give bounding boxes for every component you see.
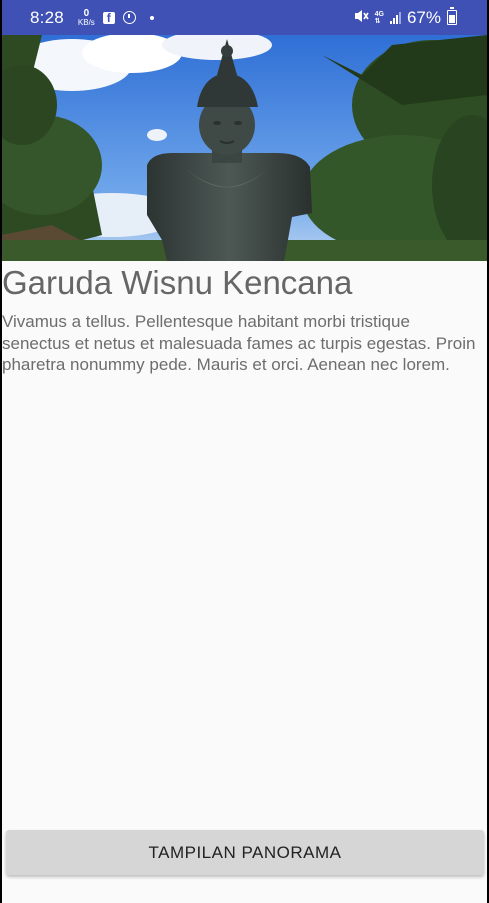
status-right: 4G ⇅ 67% — [353, 7, 487, 28]
signal-icon — [389, 11, 401, 24]
network-4g-icon: 4G ⇅ — [374, 10, 384, 25]
kbs-unit: KB/s — [77, 17, 95, 27]
battery-icon — [447, 7, 457, 25]
place-description: Vivamus a tellus. Pellentesque habitant … — [2, 312, 476, 374]
mute-icon — [353, 9, 369, 26]
status-time: 8:28 — [30, 7, 64, 27]
place-title: Garuda Wisnu Kencana — [2, 264, 353, 301]
statue-photo — [2, 35, 487, 261]
app-screen: 8:28 0 KB/s f 4G ⇅ 67% Garuda Wisnu Kenc… — [2, 0, 487, 903]
status-bar: 8:28 0 KB/s f 4G ⇅ 67% — [2, 0, 487, 35]
network-type: 4G — [374, 10, 384, 18]
kbs-icon: 0 KB/s — [77, 7, 95, 27]
facebook-icon: f — [102, 11, 115, 24]
kbs-value: 0 — [83, 7, 90, 19]
status-left: 8:28 0 KB/s f — [2, 8, 154, 28]
battery-percent: 67% — [406, 7, 441, 27]
alarm-icon — [122, 11, 136, 24]
panorama-button[interactable]: TAMPILAN PANORAMA — [6, 830, 484, 875]
dot-icon — [149, 15, 154, 20]
statue-illustration — [2, 35, 487, 261]
